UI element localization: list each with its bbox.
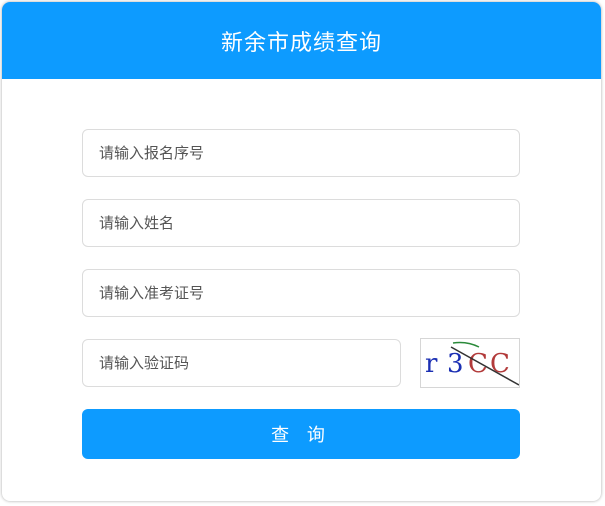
captcha-input[interactable] — [82, 339, 401, 387]
page-title: 新余市成绩查询 — [220, 30, 382, 56]
query-button[interactable]: 查 询 — [82, 409, 520, 459]
captcha-graphic: r 3 C C — [425, 341, 520, 386]
captcha-char-2: 3 — [447, 349, 464, 379]
captcha-char-1: r — [425, 349, 438, 379]
query-card: 新余市成绩查询 r 3 C C 查 询 — [2, 2, 601, 501]
name-input[interactable] — [82, 199, 520, 247]
captcha-image[interactable]: r 3 C C — [420, 338, 520, 388]
captcha-noise-arc — [452, 341, 480, 348]
registration-number-input[interactable] — [82, 129, 520, 177]
admission-ticket-input[interactable] — [82, 269, 520, 317]
captcha-char-3: C — [468, 349, 488, 379]
card-header: 新余市成绩查询 — [2, 2, 601, 79]
